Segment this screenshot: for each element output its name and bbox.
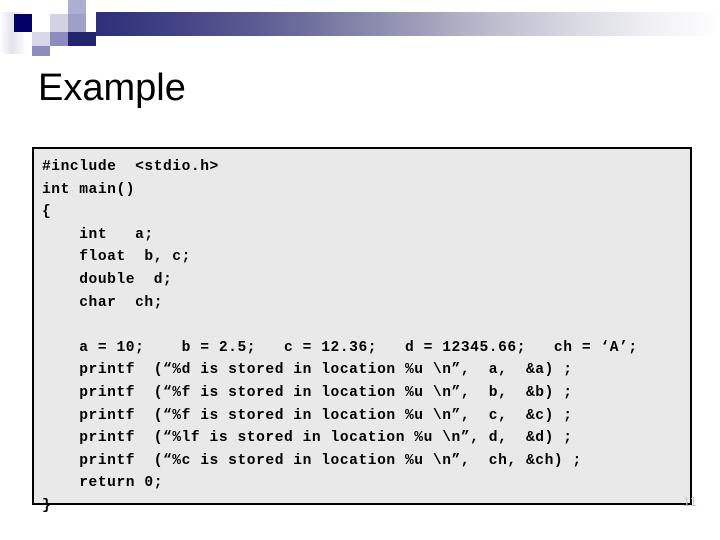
- square-dark-navy: [14, 14, 32, 32]
- square-navy-block: [68, 32, 96, 46]
- code-block: #include <stdio.h> int main() { int a; flo…: [32, 147, 692, 514]
- code-line: a = 10; b = 2.5; c = 12.36; d = 12345.66…: [42, 339, 638, 356]
- square-lavender-5: [32, 46, 50, 56]
- code-line: return 0;: [42, 475, 163, 492]
- page-title: Example: [38, 67, 186, 109]
- code-line: #include <stdio.h>: [42, 159, 219, 175]
- square-lavender-2: [50, 14, 68, 32]
- page-number: 11: [683, 494, 698, 509]
- code-line: double d;: [42, 271, 173, 288]
- code-line: printf (“%f is stored in location %u \n”…: [42, 407, 573, 424]
- code-line: printf (“%c is stored in location %u \n”…: [42, 452, 582, 469]
- code-line: printf (“%f is stored in location %u \n”…: [42, 384, 573, 401]
- square-lavender-1: [68, 0, 86, 14]
- code-line: float b, c;: [42, 249, 191, 266]
- code-listing: #include <stdio.h> int main() { int a; flo…: [42, 156, 638, 518]
- code-line: char ch;: [42, 294, 163, 311]
- square-pale-1: [50, 0, 68, 14]
- code-line: int a;: [42, 226, 154, 243]
- code-line: printf (“%d is stored in location %u \n”…: [42, 362, 573, 379]
- square-lavender-4: [50, 32, 68, 46]
- code-line: {: [42, 204, 52, 221]
- code-line: int main(): [42, 181, 136, 198]
- header-gradient-bar: [96, 12, 720, 36]
- square-lavender-3: [68, 14, 86, 32]
- header-decoration: [0, 0, 720, 56]
- code-line: printf (“%lf is stored in location %u \n…: [42, 430, 573, 447]
- code-line: }: [42, 497, 52, 514]
- square-pale-2: [32, 32, 50, 46]
